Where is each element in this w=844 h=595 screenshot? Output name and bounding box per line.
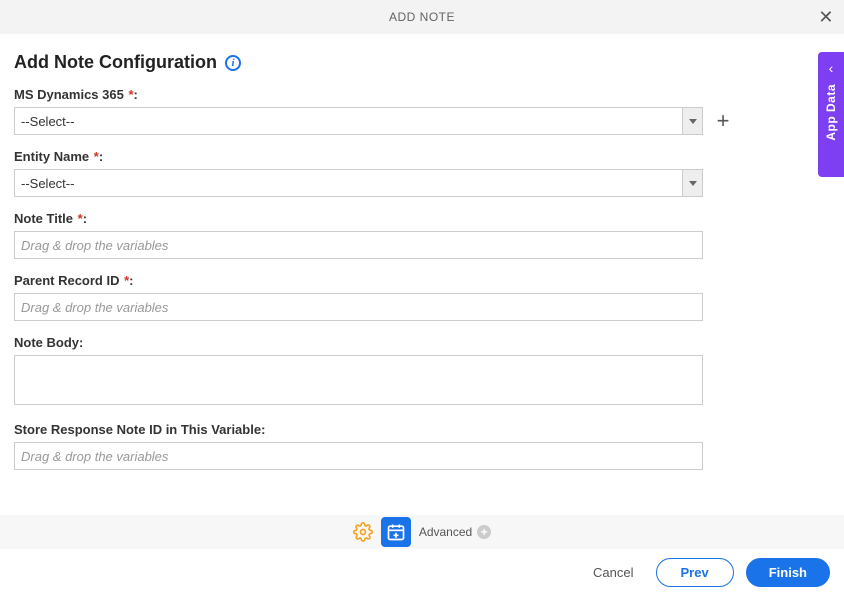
label-note-title: Note Title *:	[14, 211, 830, 226]
label-parent-record-text: Parent Record ID	[14, 273, 119, 288]
close-icon[interactable]: ✕	[818, 8, 834, 26]
label-msdynamics: MS Dynamics 365 *:	[14, 87, 830, 102]
field-store-response: Store Response Note ID in This Variable:	[14, 422, 830, 470]
label-msdynamics-text: MS Dynamics 365	[14, 87, 124, 102]
field-msdynamics: MS Dynamics 365 *: +	[14, 87, 830, 135]
label-store-response-text: Store Response Note ID in This Variable	[14, 422, 261, 437]
page-title: Add Note Configuration i	[14, 52, 241, 73]
select-msdynamics[interactable]	[14, 107, 703, 135]
label-entity-text: Entity Name	[14, 149, 89, 164]
select-entity-input[interactable]	[14, 169, 703, 197]
calendar-add-icon[interactable]	[381, 517, 411, 547]
app-data-tab[interactable]: ‹ App Data	[818, 52, 844, 177]
bottom-toolbar: Advanced +	[0, 515, 844, 549]
advanced-button[interactable]: Advanced +	[419, 525, 491, 539]
dialog-title: ADD NOTE	[389, 10, 455, 24]
input-parent-record[interactable]	[14, 293, 703, 321]
finish-button[interactable]: Finish	[746, 558, 830, 587]
input-store-response[interactable]	[14, 442, 703, 470]
select-entity[interactable]	[14, 169, 703, 197]
prev-button[interactable]: Prev	[656, 558, 734, 587]
field-note-title: Note Title *:	[14, 211, 830, 259]
field-entity: Entity Name *:	[14, 149, 830, 197]
app-data-label: App Data	[824, 84, 838, 141]
select-msdynamics-input[interactable]	[14, 107, 703, 135]
info-icon[interactable]: i	[225, 55, 241, 71]
plus-circle-icon: +	[477, 525, 491, 539]
input-note-title[interactable]	[14, 231, 703, 259]
chevron-down-icon[interactable]	[682, 108, 702, 134]
label-parent-record: Parent Record ID *:	[14, 273, 830, 288]
chevron-down-icon[interactable]	[682, 170, 702, 196]
label-note-body-text: Note Body	[14, 335, 79, 350]
input-note-body[interactable]	[14, 355, 703, 405]
label-note-body: Note Body:	[14, 335, 830, 350]
page-title-text: Add Note Configuration	[14, 52, 217, 73]
label-note-title-text: Note Title	[14, 211, 73, 226]
dialog-footer: Cancel Prev Finish	[0, 549, 844, 595]
add-connection-button[interactable]: +	[713, 111, 733, 131]
dialog-header: ADD NOTE ✕	[0, 0, 844, 34]
label-entity: Entity Name *:	[14, 149, 830, 164]
label-store-response: Store Response Note ID in This Variable:	[14, 422, 830, 437]
gear-icon[interactable]	[353, 522, 373, 542]
chevron-left-icon: ‹	[829, 60, 834, 76]
field-parent-record: Parent Record ID *:	[14, 273, 830, 321]
cancel-button[interactable]: Cancel	[583, 559, 643, 586]
field-note-body: Note Body:	[14, 335, 830, 408]
dialog-content: Add Note Configuration i MS Dynamics 365…	[0, 34, 844, 494]
advanced-label: Advanced	[419, 525, 472, 539]
